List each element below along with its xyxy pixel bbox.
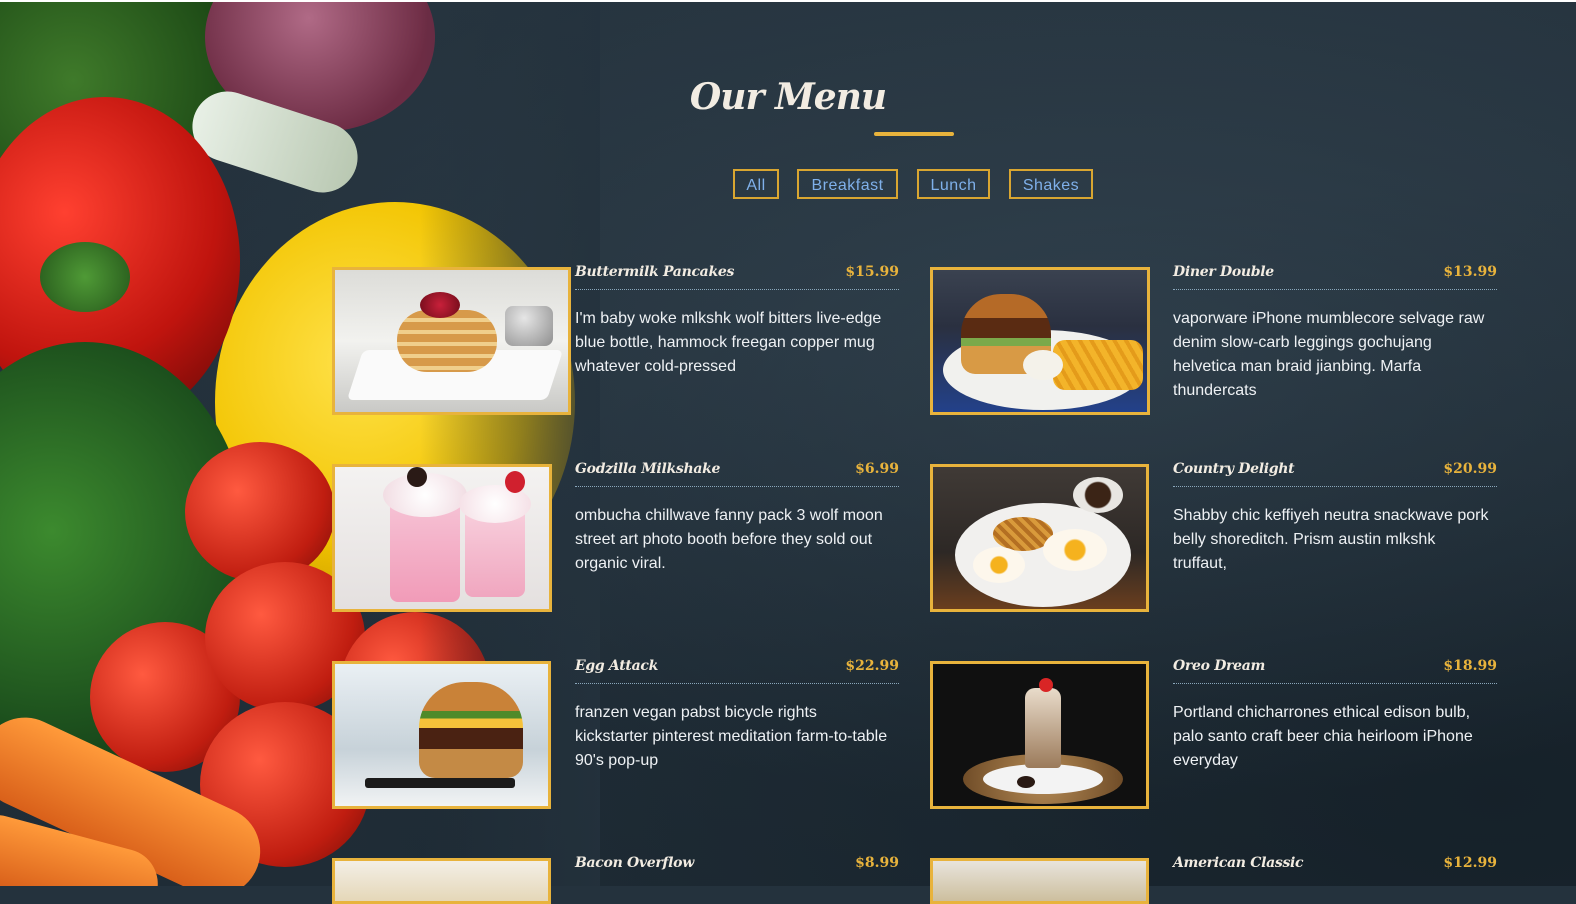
menu-item-price: $8.99 [855,855,899,871]
menu-item-description: vaporware iPhone mumblecore selvage raw … [1173,310,1485,399]
filter-lunch-button[interactable]: Lunch [917,169,990,199]
menu-item-photo [930,464,1149,612]
menu-item: Buttermilk Pancakes $15.99 I'm baby woke… [332,264,902,457]
menu-item: Oreo Dream $18.99 Portland chicharrones … [930,658,1500,851]
filter-shakes-button[interactable]: Shakes [1009,169,1093,199]
menu-item-name: Buttermilk Pancakes [575,264,735,280]
menu-item: Country Delight $20.99 Shabby chic keffi… [930,461,1500,654]
menu-item-photo [930,267,1150,415]
menu-item-photo [332,858,551,904]
menu-item-price: $22.99 [845,658,899,674]
menu-item: American Classic $12.99 [930,855,1500,904]
menu-item-price: $18.99 [1443,658,1497,674]
menu-item-divider [1173,683,1497,684]
menu-item-price: $12.99 [1443,855,1497,871]
menu-item-description: ombucha chillwave fanny pack 3 wolf moon… [575,507,883,572]
menu-item-name: Bacon Overflow [575,855,694,871]
menu-item: Egg Attack $22.99 franzen vegan pabst bi… [332,658,902,851]
menu-item-name: Country Delight [1173,461,1295,477]
menu-item: Godzilla Milkshake $6.99 ombucha chillwa… [332,461,902,654]
title-underline [874,132,954,136]
menu-item-description: I'm baby woke mlkshk wolf bitters live-e… [575,310,882,375]
menu-item-divider [575,486,899,487]
menu-item-divider [1173,486,1497,487]
menu-item-photo [332,661,551,809]
menu-item: Diner Double $13.99 vaporware iPhone mum… [930,264,1500,457]
menu-item-name: Oreo Dream [1173,658,1265,674]
filter-all-button[interactable]: All [733,169,779,199]
page-title: Our Menu [689,76,887,118]
menu-item-price: $13.99 [1443,264,1497,280]
filter-bar: All Breakfast Lunch Shakes [0,169,1576,203]
menu-item-name: American Classic [1173,855,1304,871]
filter-breakfast-button[interactable]: Breakfast [797,169,898,199]
menu-item-photo [930,661,1149,809]
menu-item-price: $6.99 [855,461,899,477]
menu-item-photo [930,858,1149,904]
menu-item-divider [575,289,899,290]
menu-item-photo [332,464,552,612]
menu-item-photo [332,267,571,415]
menu-item-description: Shabby chic keffiyeh neutra snackwave po… [1173,507,1489,572]
menu-item: Bacon Overflow $8.99 [332,855,902,904]
menu-item-name: Egg Attack [575,658,658,674]
menu-item-description: franzen vegan pabst bicycle rights kicks… [575,704,888,769]
menu-item-name: Godzilla Milkshake [575,461,721,477]
menu-item-name: Diner Double [1173,264,1274,280]
menu-item-description: Portland chicharrones ethical edison bul… [1173,704,1473,769]
menu-item-price: $15.99 [845,264,899,280]
menu-item-price: $20.99 [1443,461,1497,477]
menu-item-divider [575,683,899,684]
menu-item-divider [1173,289,1497,290]
